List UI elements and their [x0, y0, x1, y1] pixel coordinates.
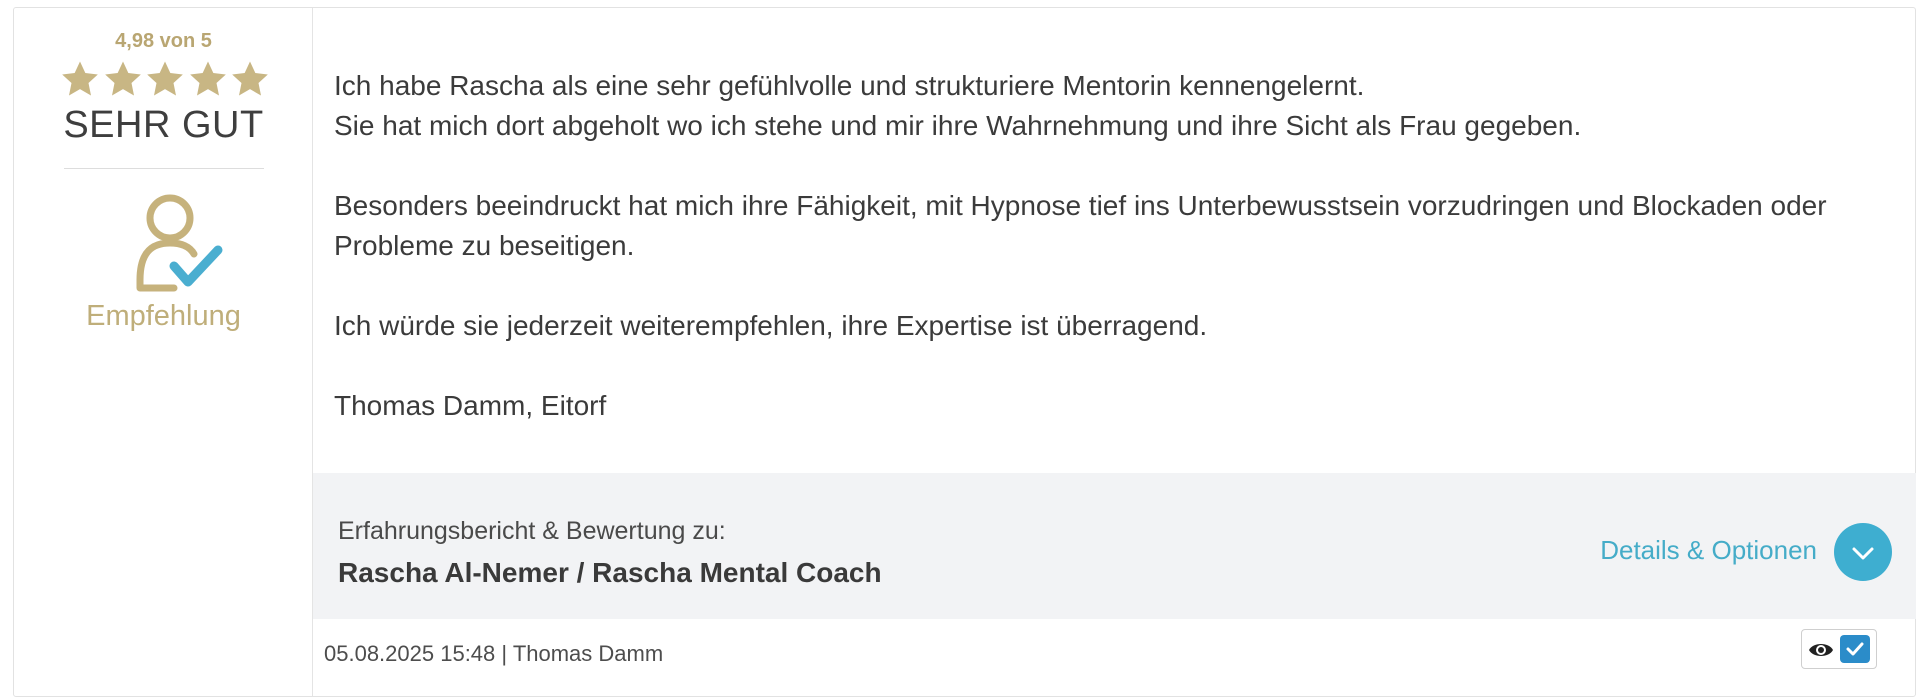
- rating-panel: 4,98 von 5 SEHR GUT Empfehlung: [14, 8, 313, 696]
- subject-caption: Erfahrungsbericht & Bewertung zu:: [338, 517, 726, 545]
- review-meta: 05.08.2025 15:48 | Thomas Damm: [324, 641, 664, 666]
- star-icon: [62, 61, 98, 96]
- review-card: 4,98 von 5 SEHR GUT Empfehlung Ich habe …: [13, 7, 1916, 697]
- review-line: Ich habe Rascha als eine sehr gefühlvoll…: [334, 70, 1365, 101]
- recommendation-label: Empfehlung: [86, 300, 241, 332]
- star-icon: [147, 61, 183, 96]
- eye-icon[interactable]: [1808, 639, 1834, 661]
- star-icon: [189, 61, 226, 96]
- details-options-button[interactable]: [1834, 523, 1892, 581]
- rating-score: 4,98 von 5: [115, 30, 212, 52]
- verified-checkbox[interactable]: [1840, 635, 1870, 663]
- star-rating: [60, 59, 270, 101]
- review-paragraph: Ich würde sie jederzeit weiterempfehlen,…: [334, 306, 1894, 346]
- star-icon: [104, 61, 141, 96]
- details-options-link[interactable]: Details & Optionen: [1600, 535, 1817, 566]
- review-line: Besonders beeindruckt hat mich ihre Fähi…: [334, 190, 1827, 261]
- star-icon: [232, 61, 268, 96]
- review-line: Ich würde sie jederzeit weiterempfehlen,…: [334, 310, 1208, 341]
- chevron-down-icon: [1852, 547, 1874, 560]
- divider: [64, 168, 264, 169]
- review-actions: [1801, 629, 1877, 669]
- review-line: Thomas Damm, Eitorf: [334, 390, 607, 421]
- checkmark-icon: [1846, 642, 1864, 656]
- review-text: Ich habe Rascha als eine sehr gefühlvoll…: [334, 66, 1894, 466]
- rating-label: SEHR GUT: [63, 104, 264, 146]
- user-check-icon: [136, 194, 223, 292]
- review-signature: Thomas Damm, Eitorf: [334, 386, 1894, 426]
- review-line: Sie hat mich dort abgeholt wo ich stehe …: [334, 110, 1582, 141]
- review-paragraph: Besonders beeindruckt hat mich ihre Fähi…: [334, 186, 1894, 266]
- review-subject-box: Erfahrungsbericht & Bewertung zu: Rascha…: [313, 473, 1916, 619]
- subject-title[interactable]: Rascha Al-Nemer / Rascha Mental Coach: [338, 557, 882, 589]
- review-paragraph: Ich habe Rascha als eine sehr gefühlvoll…: [334, 66, 1894, 146]
